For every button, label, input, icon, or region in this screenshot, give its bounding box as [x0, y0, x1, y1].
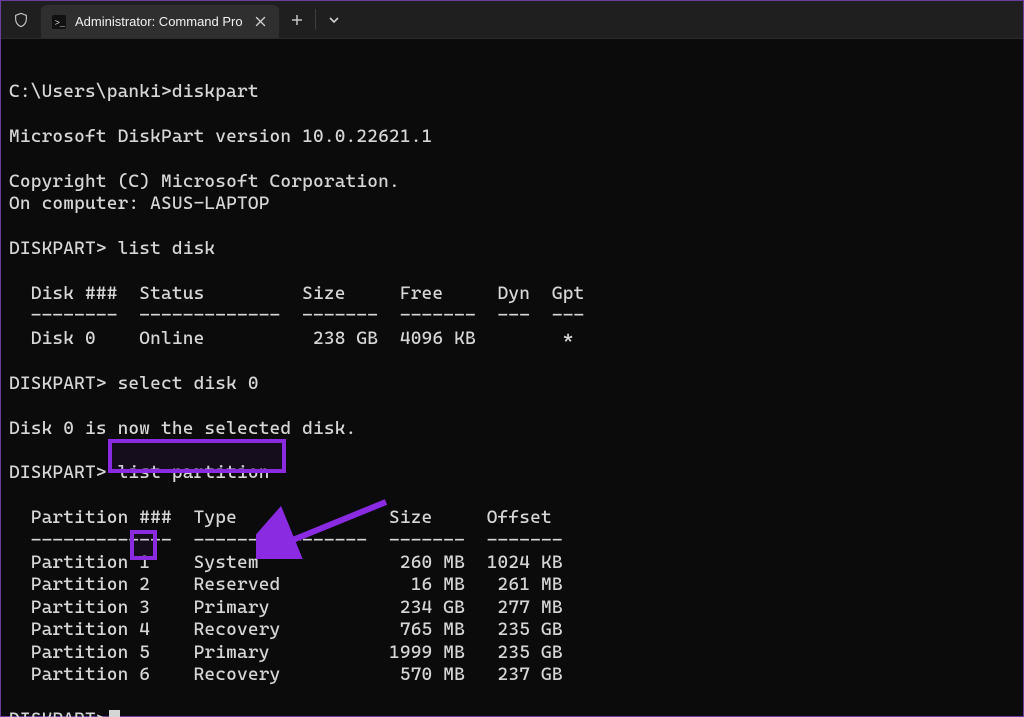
- new-tab-button[interactable]: [279, 1, 315, 38]
- titlebar[interactable]: >_ Administrator: Command Pro: [1, 1, 1023, 39]
- output-line: Copyright (C) Microsoft Corporation.: [9, 171, 400, 192]
- tab-active[interactable]: >_ Administrator: Command Pro: [41, 5, 279, 38]
- partition-table-divider: ------------- ---------------- ------- -…: [9, 530, 563, 551]
- partition-row: Partition 5 Primary 1999 MB 235 GB: [9, 642, 563, 663]
- partition-table-header: Partition ### Type Size Offset: [9, 507, 552, 528]
- diskpart-prompt: DISKPART>: [9, 462, 107, 483]
- diskpart-prompt: DISKPART>: [9, 238, 107, 259]
- partition-row: Partition 4 Recovery 765 MB 235 GB: [9, 619, 563, 640]
- tab-title: Administrator: Command Pro: [75, 14, 243, 29]
- shield-admin-icon: [1, 1, 41, 38]
- diskpart-prompt: DISKPART>: [9, 709, 107, 717]
- disk-table-divider: -------- ------------- ------- ------- -…: [9, 305, 584, 326]
- partition-row: Partition 3 Primary 234 GB 277 MB: [9, 597, 563, 618]
- terminal-window: >_ Administrator: Command Pro C:\Users\p…: [0, 0, 1024, 717]
- tab-close-button[interactable]: [251, 12, 271, 32]
- svg-text:>_: >_: [55, 18, 66, 28]
- cursor-icon: [109, 710, 120, 717]
- output-line: Microsoft DiskPart version 10.0.22621.1: [9, 126, 432, 147]
- partition-row: Partition 2 Reserved 16 MB 261 MB: [9, 574, 563, 595]
- diskpart-prompt: DISKPART>: [9, 373, 107, 394]
- disk-table-row: Disk 0 Online 238 GB 4096 KB *: [9, 328, 574, 349]
- output-line: Disk 0 is now the selected disk.: [9, 418, 356, 439]
- disk-table-header: Disk ### Status Size Free Dyn Gpt: [9, 283, 584, 304]
- prompt: C:\Users\panki>: [9, 81, 172, 102]
- terminal-output[interactable]: C:\Users\panki>diskpart Microsoft DiskPa…: [1, 39, 1023, 717]
- cmd-list-partition: list partition: [118, 462, 270, 483]
- partition-row: Partition 6 Recovery 570 MB 237 GB: [9, 664, 563, 685]
- cmd-icon: >_: [51, 14, 67, 30]
- cmd-select-disk: select disk 0: [118, 373, 259, 394]
- cmd-list-disk: list disk: [118, 238, 216, 259]
- tab-dropdown-button[interactable]: [316, 1, 352, 38]
- output-line: On computer: ASUS-LAPTOP: [9, 193, 270, 214]
- cmd-diskpart: diskpart: [172, 81, 259, 102]
- partition-row: Partition 1 System 260 MB 1024 KB: [9, 552, 563, 573]
